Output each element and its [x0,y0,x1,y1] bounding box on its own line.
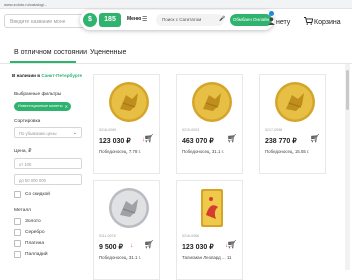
price-to-input[interactable]: до 50 000 000 [14,174,82,185]
product-price: 9 500 ₽ [99,244,123,251]
app-logo-icon[interactable]: $ [83,13,97,27]
metal-label-silver: Серебро [25,230,45,235]
metal-checkbox-platinum[interactable] [14,240,21,247]
metal-checkbox-silver[interactable] [14,229,21,236]
search-input[interactable]: Введите название моне [4,14,90,28]
gold-coin-image [275,82,315,122]
burger-icon[interactable]: ☰ [142,16,147,23]
add-to-cart-icon[interactable]: 🛒︎ [227,240,237,249]
price-down-icon: ↓ [130,243,133,249]
sort-value: По убыванию цены [19,131,57,136]
product-article: 5111-0078 [99,234,116,238]
browser-url-bar[interactable]: www.zoloto.ru/catalog/... [0,0,352,9]
metal-title: Металл [14,208,31,213]
product-description: Талисман Леопард ... 11 [182,255,232,260]
tab-discounted[interactable]: Уцененные [90,49,126,56]
floating-toolbar-widget: $ 185 Меню ☰ Поиск с Сагитатом 🎤 Обмбаен… [80,10,274,30]
filter-chip-label: Инвестиционные монеты [18,104,63,108]
gold-bar-image [201,189,223,227]
chevron-down-icon: ⌄ [72,130,77,136]
product-article: 5216-0060 [99,128,117,132]
metal-label-platinum: Платина [25,241,45,246]
selected-filters-title: Выбранные фильтры [14,92,62,97]
metal-label-palladium: Палладий [25,252,48,257]
gold-coin-image [192,82,232,122]
product-article: 5219-0003 [182,128,200,132]
cart-label[interactable]: Корзина [314,19,341,26]
add-to-cart-icon[interactable]: 🛒︎ [310,134,320,143]
cart-icon[interactable] [304,17,314,27]
header-truncated-text: нету [276,19,291,26]
product-price: 123 030 ₽ [182,244,214,251]
product-card[interactable]: 5216-0060 123 030 ₽ ↓ 🛒︎ Победоносец, 7.… [93,74,160,174]
add-to-cart-icon[interactable]: 🛒︎ [144,134,154,143]
product-article: 5216-0066 [182,234,200,238]
product-article: 5217-0098 [265,128,283,132]
scrollbar-thumb[interactable] [346,70,349,110]
availability-city-link[interactable]: Санкт-Петербурге [41,73,82,78]
metal-label-gold: Золото [25,219,41,224]
product-price: 123 030 ₽ [99,138,131,145]
silver-coin-image [109,188,149,228]
discount-checkbox[interactable] [14,191,21,198]
product-description: Победоносец, 7.78 г. [99,149,141,154]
product-card[interactable]: 5219-0003 463 070 ₽ ↓ 🛒︎ Победоносец, 31… [176,74,243,174]
metal-checkbox-gold[interactable] [14,218,21,225]
badge-185[interactable]: 185 [99,13,121,27]
tab-excellent-condition[interactable]: В отличном состоянии [14,49,87,56]
user-icon[interactable] [268,17,275,27]
filter-chip-investment-coins[interactable]: Инвестиционные монеты ✕ [14,102,71,111]
product-description: Победоносец, 15.55 г. [265,149,310,154]
url-text: www.zoloto.ru/catalog/... [4,2,48,7]
product-price: 238 770 ₽ [265,138,297,145]
product-description: Победоносец, 31.1 г. [182,149,224,154]
menu-button[interactable]: Меню [127,16,141,22]
gold-coin-image [109,82,149,122]
product-card[interactable]: 5111-0078 9 500 ₽ ↓ 🛒︎ Победоносец, 31.1… [93,180,160,280]
availability-title: В наличии в Санкт-Петербурге [12,73,82,78]
add-to-cart-icon[interactable]: 🛒︎ [227,134,237,143]
product-price: 463 070 ₽ [182,138,214,145]
discount-label: Со скидкой [25,192,50,197]
mic-icon[interactable]: 🎤 [219,16,225,22]
product-description: Победоносец, 31.1 г. [99,255,141,260]
add-to-cart-icon[interactable]: 🛒︎ [144,240,154,249]
price-from-input[interactable]: от 100 [14,158,82,169]
product-card[interactable]: 5217-0098 238 770 ₽ ↓ 🛒︎ Победоносец, 15… [259,74,326,174]
notification-dot [269,11,274,16]
sort-title: Сортировка [14,119,41,124]
tabs-divider [0,63,352,64]
close-icon[interactable]: ✕ [65,102,68,111]
product-card[interactable]: 5216-0066 123 030 ₽ ↓ 🛒︎ Талисман Леопар… [176,180,243,280]
metal-checkbox-palladium[interactable] [14,251,21,258]
assistant-search-input[interactable]: Поиск с Сагитатом [156,14,224,26]
sort-select[interactable]: По убыванию цены ⌄ [14,127,82,138]
price-title: Цена, ₽ [14,149,32,154]
availability-prefix: В наличии в [12,73,42,78]
online-exchange-button[interactable]: Обмбаен Онлайн [230,14,272,26]
